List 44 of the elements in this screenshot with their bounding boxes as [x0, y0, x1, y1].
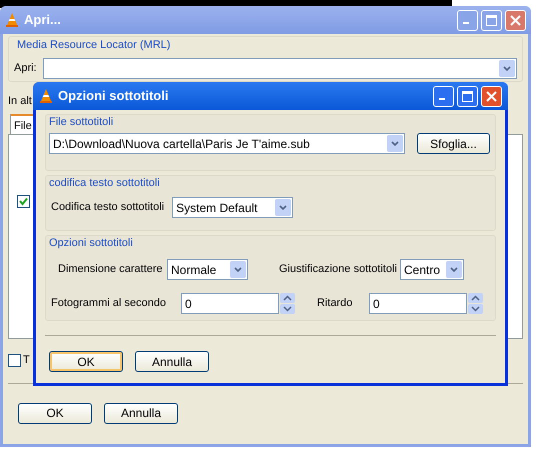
window-title: Apri... — [24, 11, 61, 30]
close-icon — [485, 90, 498, 102]
field-label: Dimensione carattere — [58, 262, 164, 278]
field-label: Fotogrammi al secondo — [51, 296, 167, 312]
group-title: Media Resource Locator (MRL) — [16, 38, 172, 53]
ok-button[interactable]: OK — [18, 402, 92, 424]
checkbox-label: T — [23, 353, 30, 368]
maximize-button[interactable] — [481, 10, 502, 30]
partial-label: In alt — [8, 94, 32, 108]
browse-button[interactable]: Sfoglia... — [417, 133, 490, 154]
group-title: Opzioni sottotitoli — [49, 236, 134, 250]
file-path-combo-box[interactable]: D:\Download\Nuova cartella\Paris Je T'aime.sub — [49, 133, 405, 154]
minimize-icon — [462, 22, 468, 24]
checkbox[interactable] — [17, 195, 30, 208]
cancel-button[interactable]: Annulla — [104, 402, 178, 424]
group-title: File sottotitoli — [49, 115, 114, 129]
minimize-button[interactable] — [433, 86, 454, 106]
minimize-icon — [438, 98, 444, 100]
close-button[interactable] — [481, 86, 502, 106]
maximize-icon — [461, 90, 474, 102]
spinner-arrows-icon[interactable] — [468, 293, 483, 314]
spinner-arrows-icon[interactable] — [280, 293, 295, 314]
font-size-combo-box[interactable]: Normale — [167, 259, 248, 280]
maximize-icon — [485, 14, 498, 26]
app-icon — [5, 12, 19, 28]
field-label: Ritardo — [317, 296, 354, 312]
app-icon — [39, 88, 53, 104]
close-icon — [509, 14, 522, 26]
ok-button[interactable]: OK — [49, 351, 123, 372]
cancel-button[interactable]: Annulla — [135, 351, 209, 372]
field-label: Apri: — [14, 61, 37, 76]
dialog-title: Opzioni sottotitoli — [58, 87, 168, 106]
fps-input[interactable]: 0 — [181, 293, 279, 314]
field-label: Codifica testo sottotitoli — [51, 200, 164, 216]
mrl-combo-box[interactable] — [42, 58, 517, 79]
field-label: Giustificazione sottotitoli — [279, 262, 398, 278]
minimize-button[interactable] — [457, 10, 478, 30]
delay-input[interactable]: 0 — [369, 293, 467, 314]
maximize-button[interactable] — [457, 86, 478, 106]
justification-combo-box[interactable]: Centro — [400, 259, 464, 280]
group-title: codifica testo sottotitoli — [49, 176, 161, 190]
close-button[interactable] — [505, 10, 526, 30]
checkbox[interactable] — [8, 354, 21, 367]
encoding-combo-box[interactable]: System Default — [172, 197, 294, 218]
